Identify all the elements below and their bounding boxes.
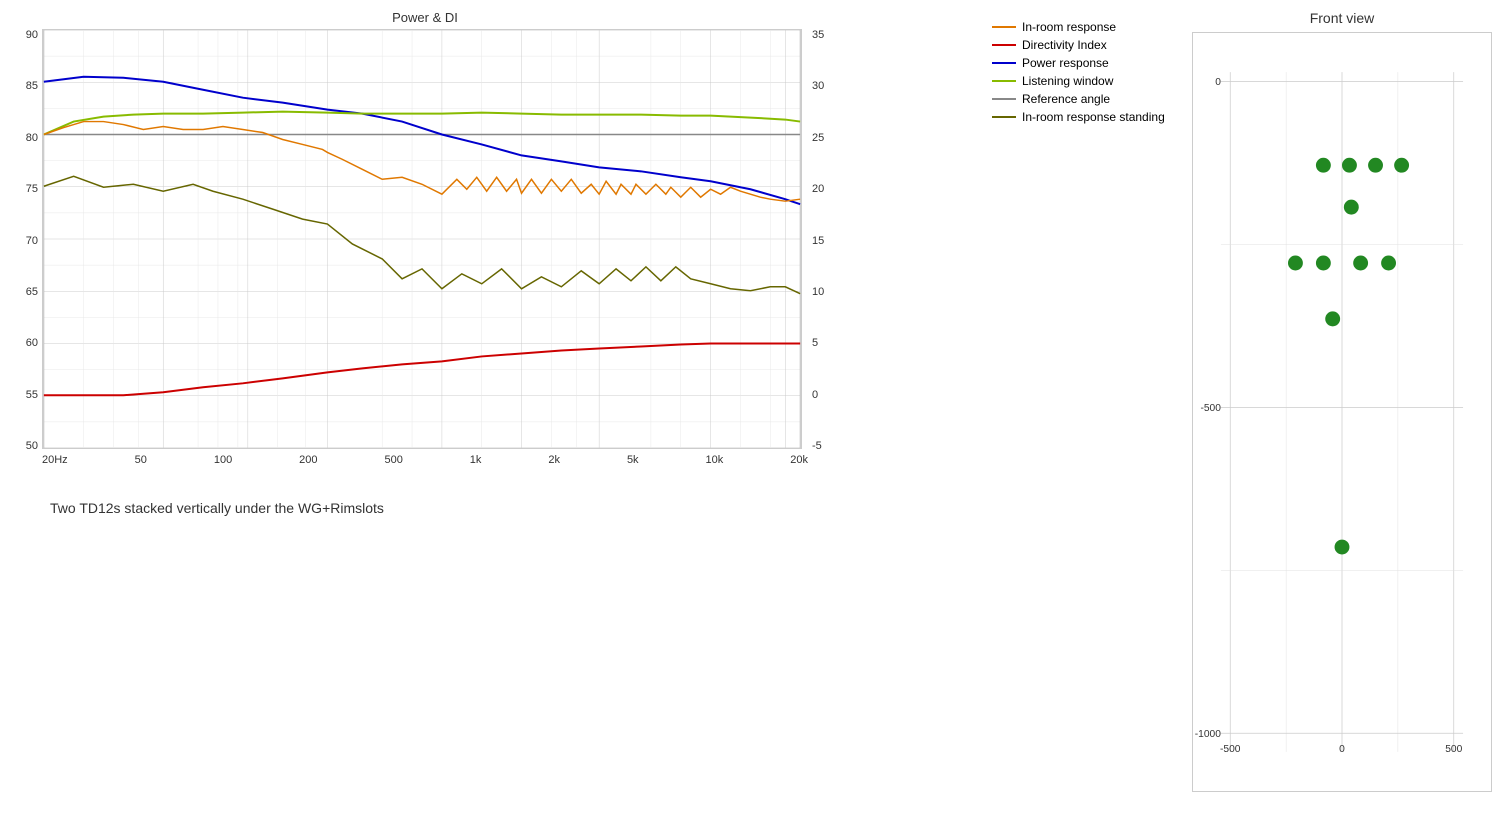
legend-item-reference: Reference angle: [992, 92, 1172, 106]
legend-panel: In-room response Directivity Index Power…: [982, 10, 1182, 817]
legend-color-listening: [992, 80, 1016, 82]
legend-label-reference: Reference angle: [1022, 92, 1110, 106]
chart-container: 90 85 80 75 70 65 60 55 50: [10, 29, 840, 452]
dot-3: [1368, 158, 1383, 173]
right-section: In-room response Directivity Index Power…: [982, 10, 1502, 817]
svg-text:500: 500: [1445, 744, 1462, 755]
dot-7: [1316, 256, 1331, 271]
y-axis-right: 35 30 25 20 15 10 5 0 -5: [808, 29, 840, 452]
dot-11: [1335, 540, 1350, 555]
front-view-panel: Front view 0 -500 -100: [1182, 10, 1502, 817]
legend-color-di: [992, 44, 1016, 46]
dot-9: [1381, 256, 1396, 271]
legend-item-standing: In-room response standing: [992, 110, 1172, 124]
chart-area: Power & DI 90 85 80 75 70 65 60 55 50: [10, 10, 840, 470]
legend-label-power: Power response: [1022, 56, 1109, 70]
y-axis-left: 90 85 80 75 70 65 60 55 50: [10, 29, 42, 452]
legend-color-power: [992, 62, 1016, 64]
legend-color-standing: [992, 116, 1016, 118]
legend-label-inroom: In-room response: [1022, 20, 1116, 34]
dot-1: [1316, 158, 1331, 173]
dot-6: [1288, 256, 1303, 271]
legend-color-reference: [992, 98, 1016, 100]
main-content: Power & DI 90 85 80 75 70 65 60 55 50: [0, 0, 1512, 827]
legend-item-inroom: In-room response: [992, 20, 1172, 34]
svg-text:0: 0: [1339, 744, 1345, 755]
chart-title: Power & DI: [10, 10, 840, 25]
front-view-title: Front view: [1310, 10, 1375, 26]
legend-color-inroom: [992, 26, 1016, 28]
description-text: Two TD12s stacked vertically under the W…: [50, 500, 972, 516]
svg-text:0: 0: [1215, 77, 1221, 88]
svg-text:-1000: -1000: [1195, 729, 1221, 740]
dot-8: [1353, 256, 1368, 271]
dot-10: [1325, 311, 1340, 326]
svg-text:-500: -500: [1220, 744, 1241, 755]
chart-svg-wrapper: [42, 29, 808, 452]
legend-item-power: Power response: [992, 56, 1172, 70]
legend-label-standing: In-room response standing: [1022, 110, 1165, 124]
front-view-svg: 0 -500 -1000 -500 0 500: [1192, 32, 1492, 792]
in-room-standing-line: [44, 176, 800, 293]
legend-label-di: Directivity Index: [1022, 38, 1107, 52]
dot-2: [1342, 158, 1357, 173]
legend-item-di: Directivity Index: [992, 38, 1172, 52]
main-chart-svg: [42, 29, 802, 449]
legend-item-listening: Listening window: [992, 74, 1172, 88]
x-axis-labels: 20Hz 50 100 200 500 1k 2k 5k 10k 20k: [10, 454, 840, 466]
legend-label-listening: Listening window: [1022, 74, 1113, 88]
svg-text:-500: -500: [1200, 403, 1221, 414]
listening-window-line: [44, 112, 800, 135]
left-panel: Power & DI 90 85 80 75 70 65 60 55 50: [10, 10, 972, 817]
dot-4: [1394, 158, 1409, 173]
dot-5: [1344, 200, 1359, 215]
